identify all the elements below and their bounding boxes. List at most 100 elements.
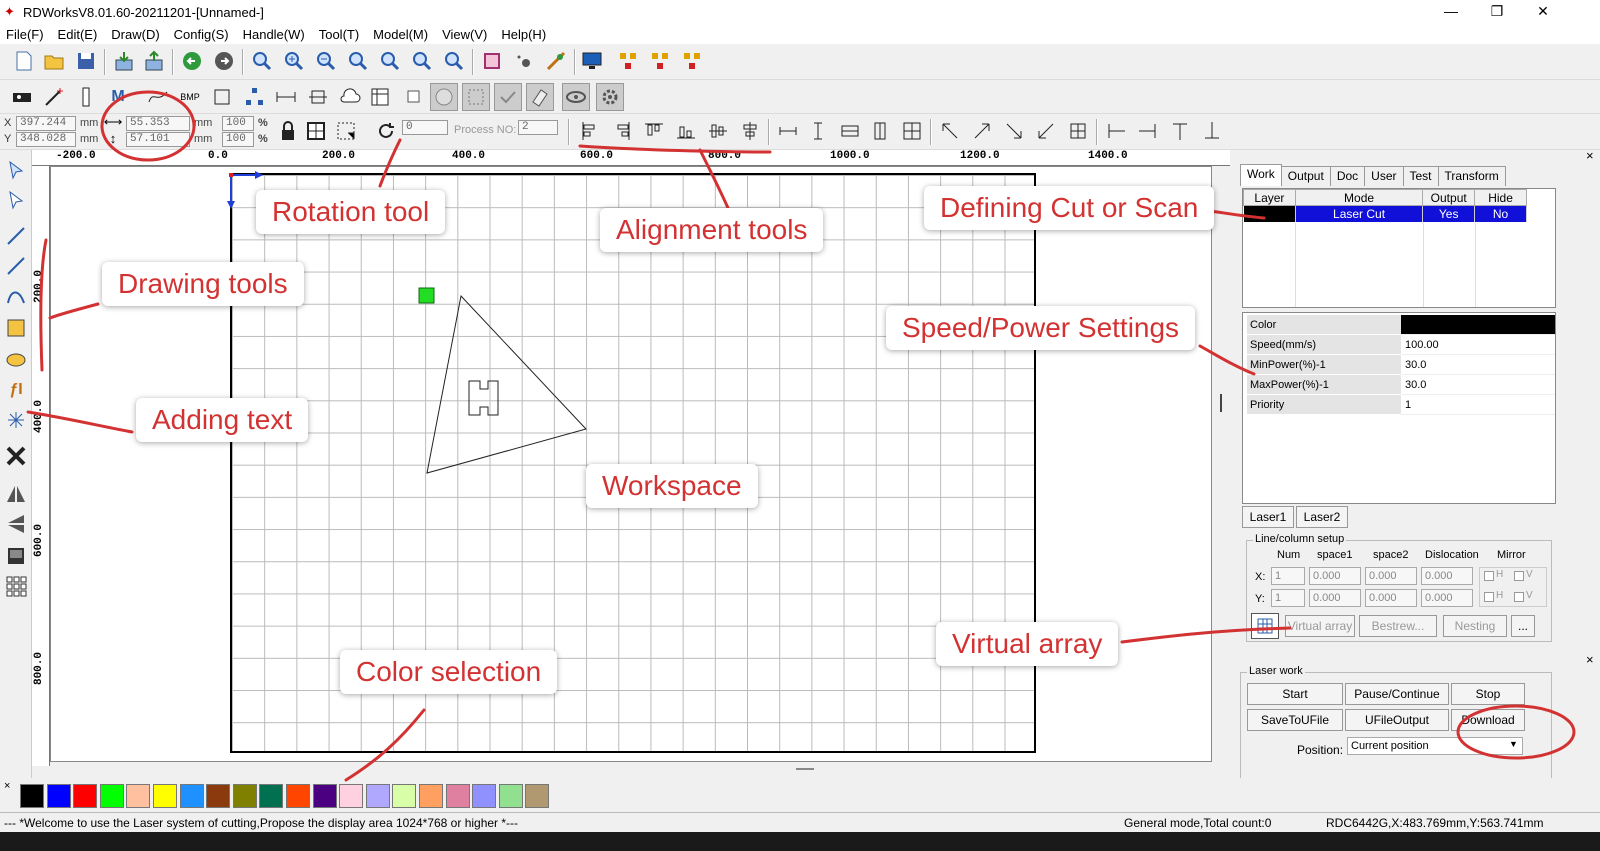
align-bottom-icon[interactable] bbox=[674, 119, 698, 143]
minimize-button[interactable]: — bbox=[1428, 0, 1474, 24]
laser-head-icon[interactable] bbox=[512, 49, 536, 73]
ruler-icon[interactable] bbox=[74, 85, 98, 109]
color-swatch[interactable] bbox=[20, 784, 44, 808]
mirror-y-v-checkbox[interactable] bbox=[1514, 592, 1524, 602]
scale-y-field[interactable]: 100 bbox=[222, 132, 254, 147]
laser2-button[interactable]: Laser2 bbox=[1296, 506, 1348, 528]
x-space1-field[interactable]: 0.000 bbox=[1309, 567, 1361, 585]
horizontal-scrollbar[interactable] bbox=[50, 762, 1212, 776]
align-left-icon[interactable] bbox=[578, 119, 602, 143]
ufile-output-button[interactable]: UFileOutput bbox=[1345, 709, 1449, 731]
more-button[interactable]: ... bbox=[1511, 615, 1535, 637]
y-dislocation-field[interactable]: 0.000 bbox=[1421, 589, 1473, 607]
color-swatch[interactable] bbox=[498, 784, 523, 808]
menu-model[interactable]: Model(M) bbox=[373, 27, 428, 42]
process-no-field[interactable]: 2 bbox=[518, 120, 558, 135]
array-grid-icon[interactable] bbox=[1251, 613, 1279, 639]
prop-color-row[interactable]: Color bbox=[1247, 315, 1555, 335]
maximize-button[interactable]: ❐ bbox=[1474, 0, 1520, 24]
curve-tool-icon[interactable] bbox=[4, 284, 28, 308]
m-mode-icon[interactable]: M bbox=[106, 85, 130, 109]
move-top-right-icon[interactable] bbox=[970, 119, 994, 143]
array-tool-3-icon[interactable] bbox=[680, 49, 704, 73]
color-swatch[interactable] bbox=[445, 784, 470, 808]
node-edit-icon[interactable] bbox=[242, 85, 266, 109]
import-icon[interactable] bbox=[112, 49, 136, 73]
new-file-icon[interactable] bbox=[12, 49, 36, 73]
prop-color-swatch[interactable] bbox=[1401, 315, 1555, 335]
y-position-field[interactable]: 348.028 bbox=[16, 132, 76, 147]
laser-machine-icon[interactable] bbox=[10, 85, 34, 109]
color-swatch[interactable] bbox=[46, 784, 71, 808]
x-num-field[interactable]: 1 bbox=[1271, 567, 1305, 585]
mirror-v-icon[interactable] bbox=[4, 512, 28, 536]
color-swatch[interactable] bbox=[472, 784, 497, 808]
prop-maxpower-value[interactable]: 30.0 bbox=[1401, 375, 1555, 395]
color-swatch[interactable] bbox=[206, 784, 231, 808]
y-space1-field[interactable]: 0.000 bbox=[1309, 589, 1361, 607]
dist-left-icon[interactable] bbox=[1104, 119, 1128, 143]
zoom-window-icon[interactable] bbox=[410, 49, 434, 73]
color-swatch[interactable] bbox=[153, 784, 177, 808]
menu-config[interactable]: Config(S) bbox=[174, 27, 229, 42]
same-size-h-icon[interactable] bbox=[838, 119, 862, 143]
save-icon[interactable] bbox=[74, 49, 98, 73]
x-space2-field[interactable]: 0.000 bbox=[1365, 567, 1417, 585]
menu-handle[interactable]: Handle(W) bbox=[243, 27, 305, 42]
move-center-icon[interactable] bbox=[1066, 119, 1090, 143]
layer-color-cell[interactable] bbox=[1243, 205, 1296, 222]
array-grid-icon[interactable] bbox=[4, 574, 28, 598]
path-edit-icon[interactable] bbox=[544, 49, 568, 73]
color-swatch[interactable] bbox=[419, 784, 443, 808]
checkbox-icon[interactable] bbox=[402, 85, 426, 109]
prop-priority-value[interactable]: 1 bbox=[1401, 395, 1555, 415]
mirror-x-h-checkbox[interactable] bbox=[1484, 571, 1494, 581]
frame-icon[interactable] bbox=[480, 49, 504, 73]
prop-priority-row[interactable]: Priority 1 bbox=[1247, 395, 1555, 415]
color-swatch[interactable] bbox=[99, 784, 124, 808]
zoom-out-icon[interactable] bbox=[314, 49, 338, 73]
undo-icon[interactable] bbox=[180, 49, 204, 73]
table-icon[interactable] bbox=[368, 85, 392, 109]
color-swatch[interactable] bbox=[232, 784, 257, 808]
color-swatch[interactable] bbox=[126, 784, 151, 808]
laser1-button[interactable]: Laser1 bbox=[1242, 506, 1294, 528]
tab-user[interactable]: User bbox=[1364, 166, 1404, 186]
bitmap-handle-icon[interactable] bbox=[4, 544, 28, 568]
tab-test[interactable]: Test bbox=[1402, 166, 1439, 186]
eraser-icon[interactable] bbox=[526, 83, 554, 111]
zoom-in-icon[interactable] bbox=[282, 49, 306, 73]
nesting-button[interactable]: Nesting bbox=[1443, 615, 1507, 637]
move-bottom-left-icon[interactable] bbox=[1034, 119, 1058, 143]
layer-hide-cell[interactable]: No bbox=[1474, 205, 1527, 222]
open-folder-icon[interactable] bbox=[42, 49, 66, 73]
rotate-icon[interactable] bbox=[374, 119, 398, 143]
select-arrow-icon[interactable] bbox=[4, 158, 28, 182]
layer-output-cell[interactable]: Yes bbox=[1422, 205, 1476, 222]
text-tool-icon[interactable]: ƒI bbox=[4, 378, 28, 402]
align-top-icon[interactable] bbox=[642, 119, 666, 143]
array-tool-2-icon[interactable] bbox=[648, 49, 672, 73]
same-height-icon[interactable] bbox=[806, 119, 830, 143]
rectangle-tool-icon[interactable] bbox=[4, 316, 28, 340]
color-swatch[interactable] bbox=[392, 784, 417, 808]
same-size-v-icon[interactable] bbox=[868, 119, 892, 143]
move-bottom-right-icon[interactable] bbox=[1002, 119, 1026, 143]
rectangle-select-icon[interactable] bbox=[210, 85, 234, 109]
preview-eye-icon[interactable] bbox=[562, 83, 590, 111]
tab-doc[interactable]: Doc bbox=[1329, 166, 1366, 186]
dotted-select-icon[interactable] bbox=[462, 83, 490, 111]
redo-icon[interactable] bbox=[212, 49, 236, 73]
bitmap-icon[interactable]: BMP bbox=[178, 85, 202, 109]
dist-right-icon[interactable] bbox=[1136, 119, 1160, 143]
width-icon[interactable] bbox=[306, 85, 330, 109]
dist-bottom-icon[interactable] bbox=[1200, 119, 1224, 143]
mirror-h-icon[interactable] bbox=[4, 482, 28, 506]
color-swatch[interactable] bbox=[525, 784, 550, 808]
tab-work[interactable]: Work bbox=[1240, 164, 1282, 186]
prop-minpower-row[interactable]: MinPower(%)-1 30.0 bbox=[1247, 355, 1555, 375]
move-top-left-icon[interactable] bbox=[938, 119, 962, 143]
virtual-array-button[interactable]: Virtual array bbox=[1285, 615, 1355, 637]
prop-maxpower-row[interactable]: MaxPower(%)-1 30.0 bbox=[1247, 375, 1555, 395]
menu-file[interactable]: File(F) bbox=[6, 27, 44, 42]
